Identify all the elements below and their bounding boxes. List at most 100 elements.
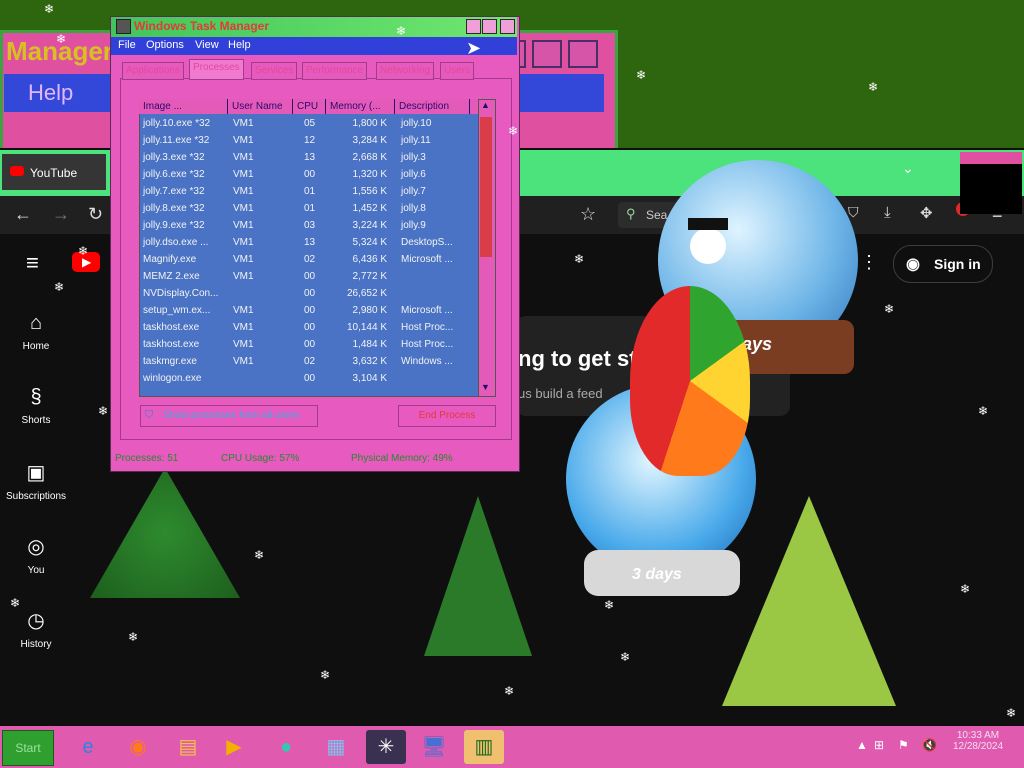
sidebar-item-shorts[interactable]: § Shorts bbox=[0, 386, 72, 426]
tab-processes[interactable]: Processes bbox=[189, 59, 244, 80]
small-black-window[interactable] bbox=[960, 152, 1022, 214]
cell-cpu: 00 bbox=[304, 169, 316, 180]
tab-performance[interactable]: Performance bbox=[302, 62, 368, 80]
extensions-icon[interactable]: ✥ bbox=[920, 204, 933, 222]
flag-icon[interactable]: ⚑ bbox=[898, 738, 909, 752]
download-icon[interactable]: ⤓ bbox=[884, 204, 891, 221]
cell-image: jolly.6.exe *32 bbox=[143, 169, 205, 180]
bookmark-star-icon[interactable]: ☆ bbox=[580, 204, 596, 225]
minimize-icon[interactable] bbox=[466, 19, 481, 34]
sidebar-item-label: Home bbox=[22, 341, 50, 352]
scroll-down-icon[interactable]: ▼ bbox=[481, 382, 490, 392]
forward-icon[interactable]: → bbox=[52, 204, 70, 225]
ghost-close-icon bbox=[568, 40, 598, 68]
table-row[interactable]: jolly.dso.exe ... VM1 13 5,324 K DesktopS... bbox=[139, 235, 478, 252]
tray-clock[interactable]: 10:33 AM 12/28/2024 bbox=[948, 730, 1008, 752]
column-user-name[interactable]: User Name bbox=[229, 99, 293, 114]
sidebar-item-you[interactable]: ◎ You bbox=[0, 534, 72, 576]
more-options-icon[interactable]: ⋮ bbox=[860, 252, 878, 273]
reload-icon[interactable]: ↻ bbox=[88, 204, 103, 225]
cell-image: jolly.8.exe *32 bbox=[143, 203, 205, 214]
sidebar-item-home[interactable]: ⌂ Home bbox=[0, 312, 72, 352]
close-icon[interactable] bbox=[500, 19, 515, 34]
media-player-icon[interactable]: ▶ bbox=[214, 730, 254, 764]
table-row[interactable]: jolly.10.exe *32 VM1 05 1,800 K jolly.10 bbox=[139, 116, 478, 133]
column-image-name[interactable]: Image ... bbox=[140, 99, 228, 114]
hamburger-menu-icon[interactable]: ≡ bbox=[26, 250, 39, 276]
show-all-processes-button[interactable]: ⛉ Show processes from all users bbox=[140, 405, 318, 427]
scrollbar-thumb[interactable] bbox=[480, 117, 492, 257]
cell-cpu: 01 bbox=[304, 186, 316, 197]
column-description[interactable]: Description bbox=[396, 99, 470, 114]
menu-options[interactable]: Options bbox=[146, 39, 184, 51]
teams-icon[interactable]: ● bbox=[266, 730, 306, 764]
column-cpu[interactable]: CPU bbox=[294, 99, 326, 114]
tray-chevron-icon[interactable]: ▲ bbox=[856, 738, 868, 752]
firefox-icon[interactable]: ◉ bbox=[118, 730, 158, 764]
cell-cpu: 00 bbox=[304, 373, 316, 384]
task-manager-icon[interactable]: ▥ bbox=[464, 730, 504, 764]
snowflake-icon: ❄ bbox=[396, 24, 407, 38]
snowman-icon bbox=[690, 228, 726, 264]
table-row[interactable]: jolly.8.exe *32 VM1 01 1,452 K jolly.8 bbox=[139, 201, 478, 218]
cell-mem: 2,772 K bbox=[352, 271, 387, 282]
cell-desc: Host Proc... bbox=[401, 339, 454, 350]
menu-help[interactable]: Help bbox=[228, 39, 251, 51]
tray-date: 12/28/2024 bbox=[952, 741, 1004, 752]
cell-mem: 10,144 K bbox=[346, 322, 387, 333]
cell-image: jolly.7.exe *32 bbox=[143, 186, 205, 197]
tab-applications[interactable]: Applications bbox=[122, 62, 184, 80]
table-row[interactable]: taskhost.exe VM1 00 10,144 K Host Proc... bbox=[139, 320, 478, 337]
tab-services[interactable]: Services bbox=[251, 62, 298, 80]
snowflake-icon: ❄ bbox=[128, 630, 139, 644]
history-icon: ◷ bbox=[27, 610, 45, 632]
sidebar-item-label: History bbox=[20, 639, 52, 650]
pocket-icon[interactable]: ⛉ bbox=[848, 204, 859, 221]
ie-icon[interactable]: e bbox=[68, 730, 108, 764]
explorer-icon[interactable]: ▤ bbox=[168, 730, 208, 764]
tab-list-icon[interactable]: ⌄ bbox=[902, 160, 914, 177]
task-manager-app-icon bbox=[116, 19, 131, 34]
sidebar-item-history[interactable]: ◷ History bbox=[0, 608, 72, 650]
cell-desc: jolly.11 bbox=[401, 135, 431, 146]
snowflake-icon: ❄ bbox=[620, 650, 631, 664]
table-row[interactable]: setup_wm.ex... VM1 00 2,980 K Microsoft ... bbox=[139, 303, 478, 320]
column-memory[interactable]: Memory (... bbox=[327, 99, 395, 114]
volume-muted-icon[interactable]: 🔇 bbox=[922, 738, 937, 752]
table-row[interactable]: taskmgr.exe VM1 02 3,632 K Windows ... bbox=[139, 354, 478, 371]
cell-desc: jolly.8 bbox=[401, 203, 426, 214]
start-button[interactable]: Start bbox=[2, 730, 54, 766]
end-process-button[interactable]: End Process bbox=[398, 405, 496, 427]
table-row[interactable]: taskhost.exe VM1 00 1,484 K Host Proc... bbox=[139, 337, 478, 354]
table-row[interactable]: NVDisplay.Con... 00 26,652 K bbox=[139, 286, 478, 303]
cell-mem: 3,224 K bbox=[352, 220, 387, 231]
network-tray-icon[interactable]: ⊞ bbox=[874, 738, 884, 752]
cell-mem: 2,980 K bbox=[352, 305, 387, 316]
cell-mem: 26,652 K bbox=[346, 288, 387, 299]
table-row[interactable]: MEMZ 2.exe VM1 00 2,772 K bbox=[139, 269, 478, 286]
scroll-up-icon[interactable]: ▲ bbox=[481, 100, 490, 110]
cell-user: VM1 bbox=[233, 152, 254, 163]
table-row[interactable]: jolly.3.exe *32 VM1 13 2,668 K jolly.3 bbox=[139, 150, 478, 167]
remote-desktop-icon[interactable]: 🖥 bbox=[414, 730, 454, 764]
table-row[interactable]: jolly.6.exe *32 VM1 00 1,320 K jolly.6 bbox=[139, 167, 478, 184]
back-icon[interactable]: ← bbox=[14, 204, 32, 225]
cell-user: VM1 bbox=[233, 305, 254, 316]
sign-in-button[interactable]: ◉ Sign in bbox=[893, 245, 993, 283]
network-icon[interactable]: ▦ bbox=[316, 730, 356, 764]
cell-image: setup_wm.ex... bbox=[143, 305, 211, 316]
menu-view[interactable]: View bbox=[195, 39, 219, 51]
table-row[interactable]: Magnify.exe VM1 02 6,436 K Microsoft ... bbox=[139, 252, 478, 269]
star-icon[interactable]: ✳ bbox=[366, 730, 406, 764]
tab-users[interactable]: Users bbox=[440, 62, 475, 80]
sidebar-item-subscriptions[interactable]: ▣ Subscriptions bbox=[0, 460, 72, 502]
tab-networking[interactable]: Networking bbox=[376, 62, 435, 80]
cell-mem: 1,556 K bbox=[352, 186, 387, 197]
menu-file[interactable]: File bbox=[118, 39, 136, 51]
sidebar-item-label: Subscriptions bbox=[5, 491, 67, 502]
table-row[interactable]: jolly.11.exe *32 VM1 12 3,284 K jolly.11 bbox=[139, 133, 478, 150]
table-row[interactable]: jolly.9.exe *32 VM1 03 3,224 K jolly.9 bbox=[139, 218, 478, 235]
table-row[interactable]: winlogon.exe 00 3,104 K bbox=[139, 371, 478, 388]
maximize-icon[interactable] bbox=[482, 19, 497, 34]
table-row[interactable]: jolly.7.exe *32 VM1 01 1,556 K jolly.7 bbox=[139, 184, 478, 201]
